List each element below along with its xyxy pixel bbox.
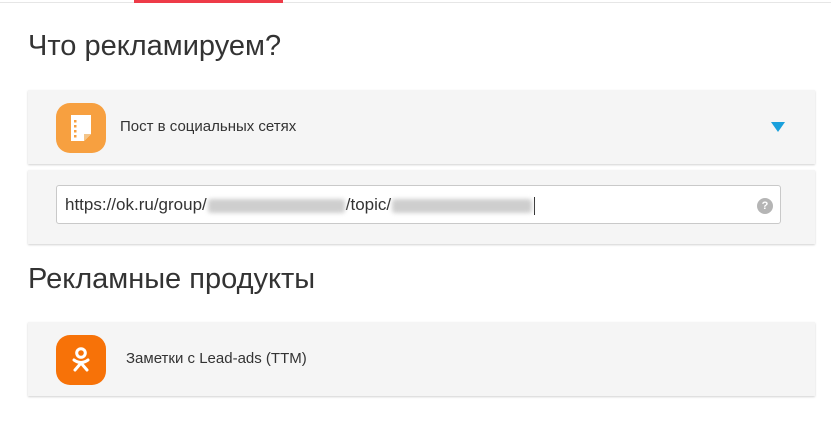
text-caret [534, 196, 536, 215]
url-card: https://ok.ru/group/ /topic/ ? [28, 170, 815, 244]
product-item[interactable]: Заметки с Lead-ads (TTM) [28, 322, 815, 396]
url-value: https://ok.ru/group/ /topic/ [65, 195, 536, 215]
section-title-what: Что рекламируем? [28, 30, 282, 62]
help-icon[interactable]: ? [757, 198, 773, 214]
post-url-input[interactable]: https://ok.ru/group/ /topic/ ? [56, 185, 781, 224]
product-label: Заметки с Lead-ads (TTM) [126, 350, 307, 367]
odnoklassniki-logo-icon [56, 335, 106, 385]
top-divider [0, 2, 831, 3]
url-prefix: https://ok.ru/group/ [65, 195, 207, 214]
promo-type-label: Пост в социальных сетях [120, 118, 297, 135]
url-middle: /topic/ [345, 195, 392, 214]
chevron-down-icon[interactable] [771, 122, 785, 132]
active-tab-indicator [134, 0, 283, 3]
promo-type-selector[interactable]: Пост в социальных сетях [28, 90, 815, 164]
post-document-icon [56, 103, 106, 153]
section-title-products: Рекламные продукты [28, 263, 316, 295]
blurred-group-id [207, 198, 345, 213]
blurred-topic-id [392, 198, 533, 213]
